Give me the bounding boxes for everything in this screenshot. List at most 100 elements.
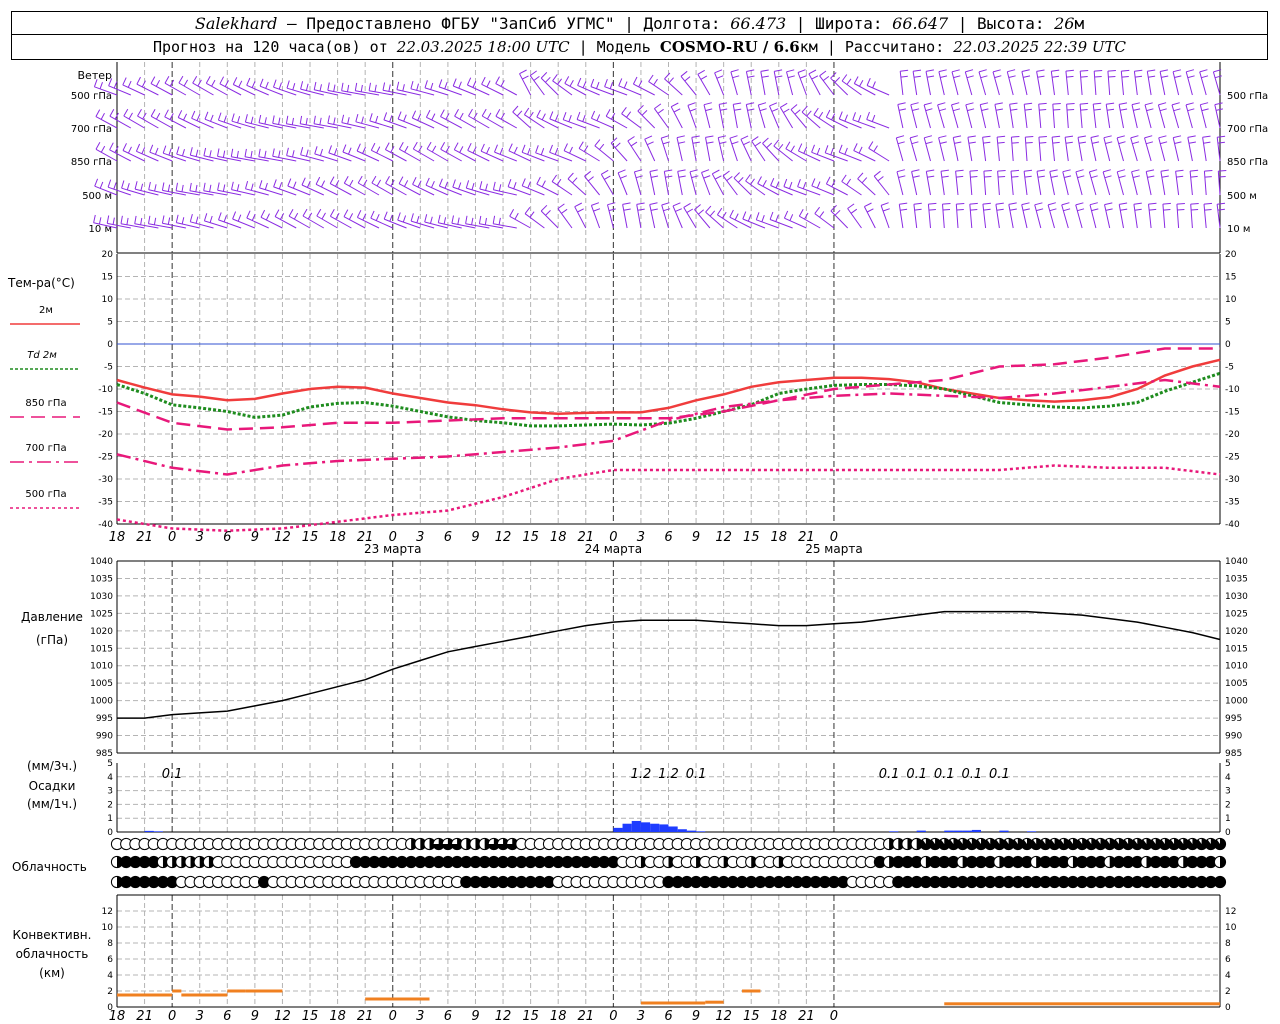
wind-barb	[1090, 135, 1100, 162]
wind-barb	[969, 170, 978, 196]
wind-barb	[909, 135, 919, 162]
wind-barb	[600, 169, 614, 196]
wind-barb	[1024, 136, 1034, 162]
precip-bar	[889, 831, 899, 832]
wind-barb	[811, 178, 835, 196]
wind-barb	[649, 169, 659, 196]
precip-bar	[999, 830, 1009, 832]
wind-barb	[1216, 202, 1226, 229]
cloud-symbol-fill	[1214, 876, 1226, 888]
wind-level-label-right: 500 гПа	[1227, 91, 1268, 102]
wind-barb	[1009, 102, 1018, 129]
wind-barb	[622, 202, 631, 229]
precip-3h-label: 0.1	[686, 767, 707, 782]
wind-barb	[955, 203, 965, 229]
conv-hour-tick: 0	[830, 1009, 838, 1024]
precip-unit-bottom: (мм/1ч.)	[27, 797, 77, 811]
wind-barb	[751, 136, 766, 162]
wind-barb	[683, 202, 697, 229]
wind-title: Ветер	[78, 69, 112, 82]
wind-barb	[740, 135, 752, 162]
temp-ytick-left: -10	[98, 385, 113, 395]
temp-ytick-right: -5	[1225, 363, 1234, 373]
conv-hour-tick: 3	[196, 1009, 204, 1024]
pressure-ytick-left: 1010	[90, 662, 113, 672]
precip-bar	[650, 823, 660, 832]
wind-barb	[868, 141, 890, 162]
wind-barb	[942, 203, 951, 229]
wind-barb	[913, 202, 922, 229]
temp-ytick-right: -25	[1225, 453, 1240, 463]
conv-ytick-right: 4	[1225, 971, 1231, 981]
wind-barb	[797, 69, 807, 96]
wind-barb	[273, 179, 297, 196]
pressure-ytick-right: 1035	[1225, 574, 1248, 584]
pressure-ytick-left: 1005	[90, 679, 113, 689]
temp-hour-tick: 6	[223, 530, 231, 545]
conv-hour-tick: 18	[550, 1009, 567, 1024]
wind-barb	[314, 146, 338, 162]
wind-barb	[880, 202, 890, 229]
wind-barb	[703, 102, 713, 129]
conv-hour-tick: 9	[692, 1009, 700, 1024]
cloud-title: Облачность	[12, 860, 87, 874]
wind-barb	[540, 72, 559, 96]
precip-ytick-right: 0	[1225, 828, 1231, 838]
wind-barb	[578, 141, 600, 162]
wind-barb	[1107, 70, 1116, 96]
wind-barb	[1116, 169, 1126, 196]
wind-barb	[328, 145, 352, 162]
conv-hour-tick: 12	[715, 1009, 732, 1024]
pressure-ytick-left: 995	[96, 714, 113, 724]
temp-hour-tick: 6	[444, 530, 452, 545]
temp-hour-tick: 9	[471, 530, 479, 545]
wind-barb	[245, 180, 269, 196]
temp-ytick-left: -5	[104, 363, 113, 373]
conv-hour-tick: 21	[357, 1009, 374, 1024]
temp-hour-tick: 21	[136, 530, 153, 545]
wind-level-label-right: 850 гПа	[1227, 157, 1268, 168]
wind-barb	[594, 139, 614, 162]
wind-barb	[1077, 135, 1086, 162]
wind-barb	[508, 143, 531, 162]
pressure-ytick-right: 1010	[1225, 662, 1248, 672]
precip-bar	[153, 831, 163, 832]
wind-barb	[745, 102, 755, 129]
wind-barb	[1159, 69, 1169, 96]
conv-ytick-left: 2	[107, 987, 113, 997]
wind-barb	[825, 176, 848, 196]
temp-legend-label: 850 гПа	[25, 398, 66, 409]
wind-barb	[967, 135, 976, 162]
wind-barb	[189, 213, 214, 229]
wind-barb	[1104, 202, 1113, 229]
wind-barb	[938, 69, 948, 96]
wind-barb	[847, 203, 862, 229]
conv-bar	[365, 997, 430, 1001]
wind-barb	[1199, 102, 1209, 129]
wind-barb	[923, 135, 933, 162]
temp-ytick-left: -35	[98, 498, 113, 508]
wind-barb	[969, 202, 978, 229]
pressure-ytick-right: 1020	[1225, 627, 1248, 637]
wind-barb	[722, 170, 738, 196]
wind-barb	[1187, 135, 1196, 162]
conv-hour-tick: 12	[274, 1009, 291, 1024]
temp-ytick-right: 15	[1225, 273, 1236, 283]
wind-barb	[955, 169, 964, 196]
wind-barb	[896, 169, 906, 196]
wind-barb	[1075, 202, 1085, 229]
temp-hour-tick: 15	[522, 530, 539, 545]
wind-barb	[1036, 169, 1045, 196]
conv-hour-tick: 3	[416, 1009, 424, 1024]
wind-barb	[897, 102, 907, 129]
wind-barb	[730, 69, 740, 96]
wind-barb	[492, 215, 517, 229]
wind-barb	[1023, 102, 1033, 129]
wind-barb	[617, 169, 628, 196]
pressure-unit: (гПа)	[36, 633, 68, 647]
wind-barb	[676, 135, 686, 162]
conv-bar	[172, 989, 182, 993]
conv-ytick-left: 8	[107, 939, 113, 949]
precip-ytick-left: 3	[107, 787, 113, 797]
conv-title-1: Конвективн.	[13, 928, 92, 942]
